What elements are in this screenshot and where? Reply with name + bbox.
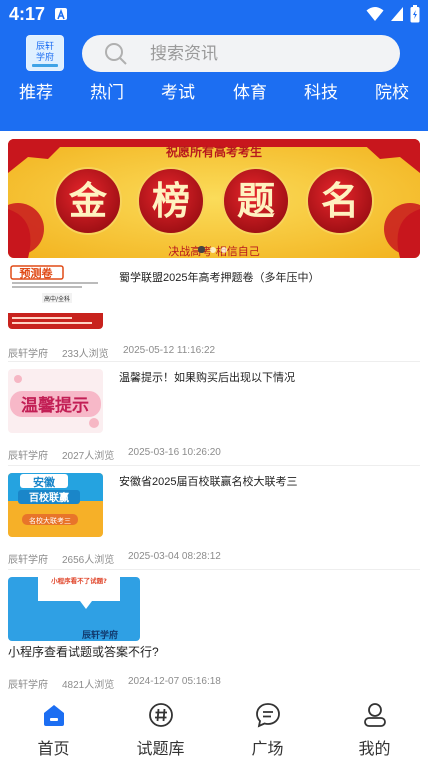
category-tabs: 推荐 热门 考试 体育 科技 院校 [0,78,428,106]
banner-char-4: 名 [321,178,359,223]
tabbar-mine[interactable]: 我的 [321,695,428,762]
tabbar-home[interactable]: 首页 [0,695,107,762]
tabbar-label: 首页 [37,741,70,758]
carousel-dot[interactable] [210,246,216,253]
divider [8,465,420,466]
item-title[interactable]: 安徽省2025届百校联赢名校大联考三 [119,474,419,490]
status-time: 4:17 [9,4,46,24]
list-item[interactable]: 安徽 百校联赢 名校大联考三 安徽省2025届百校联赢名校大联考三 辰轩学府 2… [8,473,420,570]
svg-text:高中/全科: 高中/全科 [44,295,70,303]
wifi-icon [366,7,384,21]
tabbar-question-bank[interactable]: 试题库 [107,695,214,762]
tab-recommend[interactable]: 推荐 [19,78,53,103]
item-source: 辰轩学府 [8,451,48,462]
chat-icon [255,703,280,728]
item-meta: 辰轩学府 2027人浏览 2025-03-16 10:26:20 [8,447,221,462]
user-icon [363,703,386,727]
item-meta: 辰轩学府 2656人浏览 2025-03-04 08:28:12 [8,551,221,566]
tabbar-label: 试题库 [136,741,185,758]
tabbar-square[interactable]: 广场 [214,695,321,762]
item-date: 2025-03-04 08:28:12 [128,551,221,562]
item-title[interactable]: 小程序查看试题或答案不行? [8,644,408,660]
item-thumbnail: 预测卷 高中/全科 [8,265,103,329]
signal-icon [391,7,403,21]
svg-text:小程序看不了试题?: 小程序看不了试题? [50,577,107,585]
item-title[interactable]: 温馨提示！如果购买后出现以下情况 [119,370,419,386]
item-source: 辰轩学府 [8,555,48,566]
search-input[interactable] [150,43,350,64]
carousel-indicator [198,246,227,253]
item-date: 2024-12-07 05:16:18 [128,676,221,687]
status-icons [366,5,420,23]
item-date: 2025-05-12 11:16:22 [123,345,216,356]
svg-text:预测卷: 预测卷 [20,266,54,280]
svg-text:名校大联考三: 名校大联考三 [29,516,71,525]
svg-text:温馨提示: 温馨提示 [21,395,89,416]
item-views: 2656人浏览 [62,555,115,566]
svg-text:安徽: 安徽 [33,475,56,489]
svg-text:辰轩: 辰轩 [36,40,54,52]
item-meta: 辰轩学府 233人浏览 2025-05-12 11:16:22 [8,345,215,360]
item-views: 2027人浏览 [62,451,115,462]
banner-char-2: 榜 [152,178,190,223]
divider [8,361,420,362]
list-item[interactable]: 小程序看不了试题? 辰轩学府 小程序查看试题或答案不行? 辰轩学府 4821人浏… [8,577,420,692]
item-meta: 辰轩学府 4821人浏览 2024-12-07 05:16:18 [8,676,221,691]
svg-text:学府: 学府 [36,51,54,63]
tab-hot[interactable]: 热门 [90,78,124,103]
search-bar[interactable] [82,35,400,72]
app-header: 4:17 辰轩 学府 推荐 热门 考试 体育 科技 院校 [0,0,428,131]
notification-app-icon [55,8,67,20]
list-item[interactable]: 温馨提示 温馨提示！如果购买后出现以下情况 辰轩学府 2027人浏览 2025-… [8,369,420,466]
tabbar-label: 广场 [251,741,284,758]
item-date: 2025-03-16 10:26:20 [128,447,221,458]
tabbar-label: 我的 [358,741,391,758]
tab-colleges[interactable]: 院校 [375,78,409,103]
tab-exam[interactable]: 考试 [161,78,195,103]
app-logo: 辰轩 学府 [26,35,64,71]
item-thumbnail: 温馨提示 [8,369,103,433]
item-source: 辰轩学府 [8,680,48,691]
battery-icon [410,5,420,23]
hash-icon [148,703,173,727]
list-item[interactable]: 预测卷 高中/全科 蜀学联盟2025年高考押题卷（多年压中） 辰轩学府 233人… [8,265,420,362]
banner-char-3: 题 [237,178,275,223]
search-icon [105,42,127,65]
tab-sports[interactable]: 体育 [233,78,267,103]
carousel-dot[interactable] [198,246,205,253]
item-thumbnail: 安徽 百校联赢 名校大联考三 [8,473,103,537]
bottom-tab-bar: 首页 试题库 广场 我的 [0,695,428,762]
tab-tech[interactable]: 科技 [304,78,338,103]
banner-carousel[interactable]: 祝愿所有高考考生 金 榜 题 名 决战高考 相信自己 [8,139,420,258]
item-thumbnail: 小程序看不了试题? 辰轩学府 [8,577,140,641]
item-views: 233人浏览 [62,349,109,360]
home-icon [43,705,64,726]
carousel-dot[interactable] [221,246,227,253]
divider [8,569,420,570]
banner-top-text: 祝愿所有高考考生 [166,144,262,159]
item-source: 辰轩学府 [8,349,48,360]
item-views: 4821人浏览 [62,680,115,691]
svg-text:百校联赢: 百校联赢 [29,491,69,504]
svg-text:辰轩学府: 辰轩学府 [82,629,118,641]
item-title[interactable]: 蜀学联盟2025年高考押题卷（多年压中） [119,270,419,286]
banner-char-1: 金 [68,178,108,223]
status-bar: 4:17 [0,0,428,30]
